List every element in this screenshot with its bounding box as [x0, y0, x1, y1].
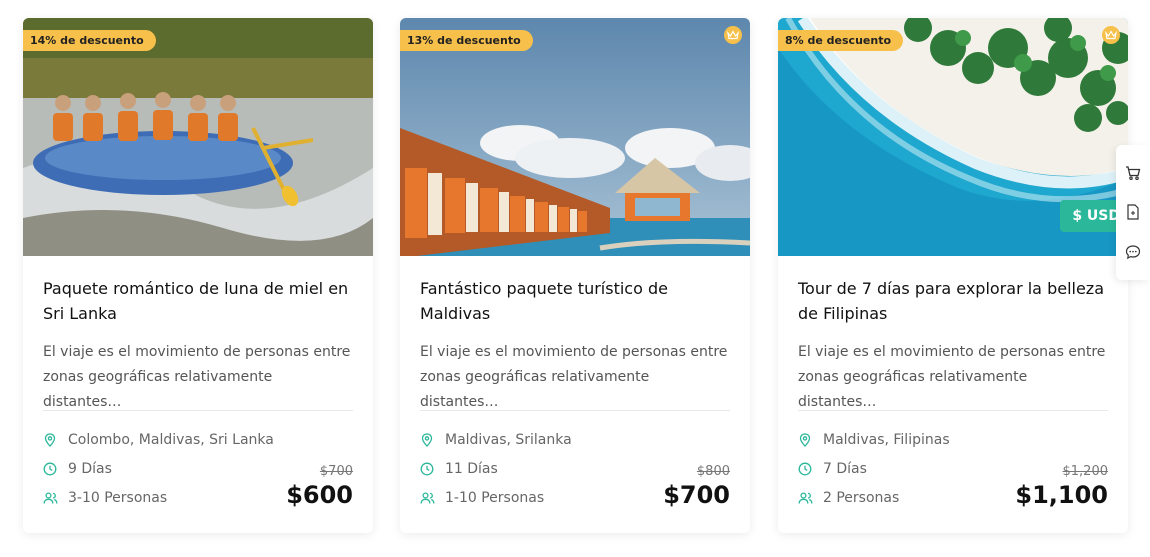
tour-location: Maldivas, Filipinas	[823, 431, 950, 448]
location-pin-icon	[798, 432, 823, 447]
discount-badge: 14% de descuento	[23, 30, 156, 51]
tour-location: Colombo, Maldivas, Sri Lanka	[68, 431, 274, 448]
crown-icon	[724, 26, 742, 44]
tour-description: El viaje es el movimiento de personas en…	[798, 344, 1106, 410]
tour-image[interactable]: 13% de descuento	[400, 18, 750, 256]
tour-card[interactable]: 14% de descuento Paquete romántico de lu…	[23, 18, 373, 533]
tour-description: El viaje es el movimiento de personas en…	[420, 344, 728, 410]
old-price: $700	[319, 464, 353, 479]
floating-side-toolbar	[1116, 145, 1150, 280]
current-price: $600	[286, 481, 353, 509]
clock-icon	[798, 462, 823, 476]
tour-image[interactable]: 8% de descuento $ USD	[778, 18, 1128, 256]
people-icon	[43, 491, 68, 505]
clock-icon	[420, 462, 445, 476]
tour-description: El viaje es el movimiento de personas en…	[43, 344, 351, 410]
tour-image[interactable]: 14% de descuento	[23, 18, 373, 256]
people-icon	[798, 491, 823, 505]
old-price: $800	[696, 464, 730, 479]
crown-icon	[1102, 26, 1120, 44]
tour-card[interactable]: 8% de descuento $ USD Tour de 7 días par…	[778, 18, 1128, 533]
tour-people: 1-10 Personas	[445, 489, 545, 506]
tour-duration: 11 Días	[445, 460, 498, 477]
old-price: $1,200	[1062, 464, 1109, 479]
tour-card[interactable]: 13% de descuento Fantástico paquete turí…	[400, 18, 750, 533]
cart-icon[interactable]	[1122, 162, 1144, 184]
chat-icon[interactable]	[1122, 241, 1144, 263]
tour-people: 2 Personas	[823, 489, 900, 506]
discount-badge: 13% de descuento	[400, 30, 533, 51]
discount-badge: 8% de descuento	[778, 30, 904, 51]
location-pin-icon	[420, 432, 445, 447]
document-icon[interactable]	[1122, 201, 1144, 223]
tour-duration: 9 Días	[68, 460, 112, 477]
tour-title[interactable]: Paquete romántico de luna de miel en Sri…	[43, 276, 353, 326]
location-pin-icon	[43, 432, 68, 447]
current-price: $1,100	[1015, 481, 1108, 509]
tour-title[interactable]: Fantástico paquete turístico de Maldivas	[420, 276, 730, 326]
tour-packages-page: 14% de descuento Paquete romántico de lu…	[0, 0, 1150, 557]
tour-duration: 7 Días	[823, 460, 867, 477]
people-icon	[420, 491, 445, 505]
tour-location: Maldivas, Srilanka	[445, 431, 572, 448]
tour-people: 3-10 Personas	[68, 489, 168, 506]
clock-icon	[43, 462, 68, 476]
tour-title[interactable]: Tour de 7 días para explorar la belleza …	[798, 276, 1108, 326]
current-price: $700	[663, 481, 730, 509]
